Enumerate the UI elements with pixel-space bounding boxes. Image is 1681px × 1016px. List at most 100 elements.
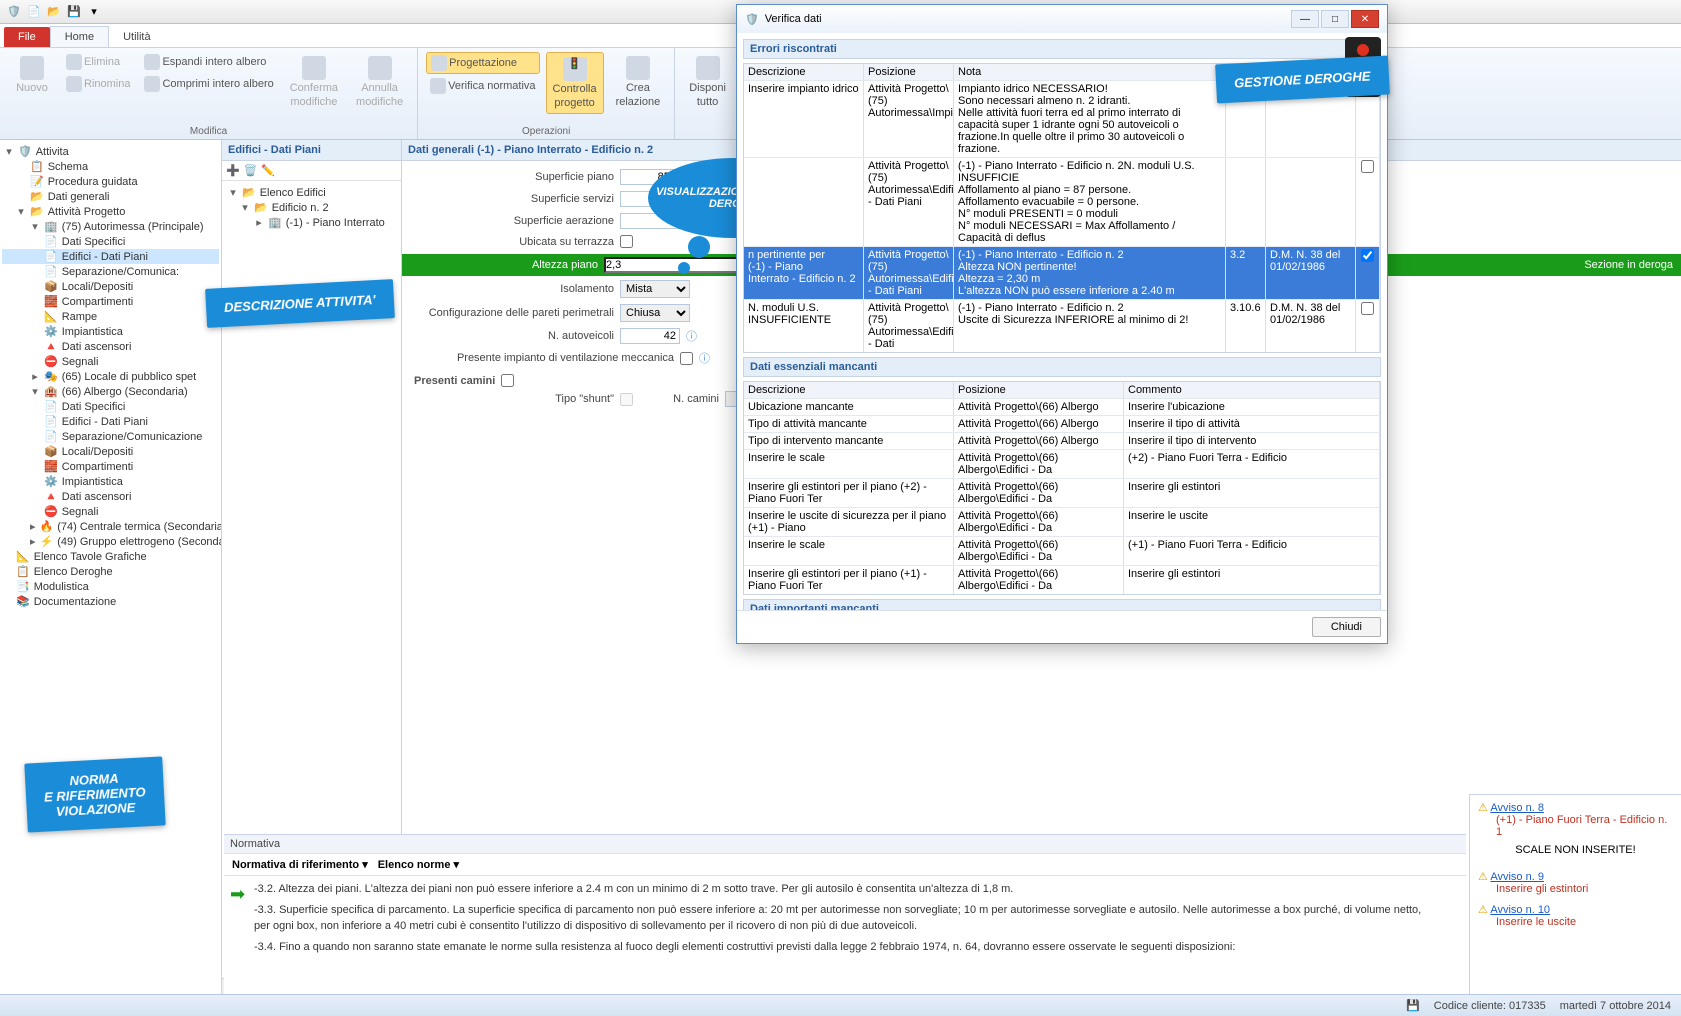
tree-a49[interactable]: ▸⚡(49) Gruppo elettrogeno (Secondaria)	[2, 534, 219, 549]
normativa-body[interactable]: ➡ -3.2. Altezza dei piani. L'altezza dei…	[224, 876, 1466, 968]
progettazione-button[interactable]: Progettazione	[426, 52, 539, 74]
normativa-col2[interactable]: Elenco norme ▾	[378, 858, 459, 871]
tree-item[interactable]: 📄Dati Specifici	[2, 399, 219, 414]
tree-procedura[interactable]: 📝Procedura guidata	[2, 174, 219, 189]
table-row[interactable]: Inserire gli estintori per il piano (+2)…	[744, 478, 1380, 507]
minimize-button[interactable]: —	[1291, 10, 1319, 28]
tree-item[interactable]: 📄Separazione/Comunica:	[2, 264, 219, 279]
deroga-checkbox[interactable]	[1361, 302, 1374, 315]
tree-tavole[interactable]: 📐Elenco Tavole Grafiche	[2, 549, 219, 564]
close-button[interactable]: ✕	[1351, 10, 1379, 28]
tree-item[interactable]: ⚙️Impiantistica	[2, 324, 219, 339]
info-icon[interactable]: ⓘ	[699, 350, 710, 366]
comprimi-button[interactable]: Comprimi intero albero	[140, 74, 277, 94]
deroga-checkbox[interactable]	[1361, 249, 1374, 262]
tree-item[interactable]: 🧱Compartimenti	[2, 294, 219, 309]
delete-icon[interactable]: 🗑️	[244, 164, 258, 177]
tree-documentazione[interactable]: 📚Documentazione	[2, 594, 219, 609]
tab-home[interactable]: Home	[50, 26, 109, 47]
autov-label: N. autoveicoli	[414, 330, 614, 342]
autov-input[interactable]	[620, 328, 680, 344]
annulla-button[interactable]: Annullamodifiche	[350, 52, 409, 112]
tree-a74[interactable]: ▸🔥(74) Centrale termica (Secondaria)	[2, 519, 219, 534]
conferma-button[interactable]: Confermamodifiche	[284, 52, 344, 112]
crea-relazione-button[interactable]: Crearelazione	[610, 52, 667, 112]
deroga-checkbox[interactable]	[1361, 160, 1374, 173]
tree-item[interactable]: 📄Separazione/Comunicazione	[2, 429, 219, 444]
dialog-titlebar[interactable]: 🛡️ Verifica dati — □ ✕	[737, 5, 1387, 33]
tree-item[interactable]: 📐Rampe	[2, 309, 219, 324]
controlla-progetto-button[interactable]: 🚦Controllaprogetto	[546, 52, 604, 114]
tree-edificio[interactable]: ▾📂Edificio n. 2	[226, 200, 397, 215]
warning-item[interactable]: ⚠ Avviso n. 9Inserire gli estintori	[1478, 870, 1673, 895]
tree-item-selected[interactable]: 📄Edifici - Dati Piani	[2, 249, 219, 264]
tree-item[interactable]: ⛔Segnali	[2, 504, 219, 519]
warning-link[interactable]: Avviso n. 10	[1490, 904, 1550, 916]
elimina-button[interactable]: Elimina	[62, 52, 134, 72]
rinomina-button[interactable]: Rinomina	[62, 74, 134, 94]
edit-icon[interactable]: ✏️	[261, 164, 275, 177]
isolamento-select[interactable]: Mista	[620, 280, 690, 298]
errors-table[interactable]: DescrizionePosizioneNota Inserire impian…	[743, 63, 1381, 353]
verifica-normativa-button[interactable]: Verifica normativa	[426, 76, 539, 96]
tree-deroghe[interactable]: 📋Elenco Deroghe	[2, 564, 219, 579]
warning-link[interactable]: Avviso n. 8	[1490, 802, 1544, 814]
camini-checkbox[interactable]	[501, 374, 514, 387]
tree-dati-generali[interactable]: 📂Dati generali	[2, 189, 219, 204]
table-row[interactable]: Attività Progetto\(75) Autorimessa\Edifi…	[744, 157, 1380, 246]
warnings-panel[interactable]: ⚠ Avviso n. 8(+1) - Piano Fuori Terra - …	[1469, 794, 1681, 994]
tree-a65[interactable]: ▸🎭(65) Locale di pubblico spet	[2, 369, 219, 384]
tree-item[interactable]: 🔺Dati ascensori	[2, 489, 219, 504]
tree-elenco-edifici[interactable]: ▾📂Elenco Edifici	[226, 185, 397, 200]
info-icon[interactable]: ⓘ	[686, 328, 697, 344]
tree-attivita-progetto[interactable]: ▾📂Attività Progetto	[2, 204, 219, 219]
tree-item[interactable]: ⛔Segnali	[2, 354, 219, 369]
chiudi-button[interactable]: Chiudi	[1312, 617, 1381, 637]
tree-schema[interactable]: 📋Schema	[2, 159, 219, 174]
table-row[interactable]: Ubicazione mancanteAttività Progetto\(66…	[744, 398, 1380, 415]
table-row[interactable]: Inserire gli estintori per il piano (+1)…	[744, 565, 1380, 594]
tree-item[interactable]: 🧱Compartimenti	[2, 459, 219, 474]
altezza-input[interactable]	[604, 257, 750, 273]
normativa-col1[interactable]: Normativa di riferimento ▾	[232, 858, 368, 871]
tab-utilita[interactable]: Utilità	[109, 27, 165, 47]
tree-modulistica[interactable]: 📑Modulistica	[2, 579, 219, 594]
table-row[interactable]: Tipo di intervento mancanteAttività Prog…	[744, 432, 1380, 449]
table-row[interactable]: Inserire le scaleAttività Progetto\(66) …	[744, 536, 1380, 565]
dropdown-icon[interactable]: ▾	[86, 4, 102, 20]
tree-a66[interactable]: ▾🏨(66) Albergo (Secondaria)	[2, 384, 219, 399]
project-tree[interactable]: ▾🛡️Attivita 📋Schema 📝Procedura guidata 📂…	[0, 140, 222, 994]
table-row[interactable]: N. moduli U.S. INSUFFICIENTEAttività Pro…	[744, 299, 1380, 352]
table-row[interactable]: Inserire le scaleAttività Progetto\(66) …	[744, 449, 1380, 478]
ncamini-label: N. camini	[639, 393, 719, 405]
open-icon[interactable]: 📂	[46, 4, 62, 20]
tree-a75[interactable]: ▾🏢(75) Autorimessa (Principale)	[2, 219, 219, 234]
nuovo-button[interactable]: Nuovo	[8, 52, 56, 98]
maximize-button[interactable]: □	[1321, 10, 1349, 28]
new-icon[interactable]: 📄	[26, 4, 42, 20]
tab-file[interactable]: File	[4, 27, 50, 47]
save-icon[interactable]: 💾	[66, 4, 82, 20]
warning-item[interactable]: ⚠ Avviso n. 10Inserire le uscite	[1478, 903, 1673, 928]
disponi-button[interactable]: Disponitutto	[683, 52, 732, 112]
essenziali-table[interactable]: DescrizionePosizioneCommento Ubicazione …	[743, 381, 1381, 595]
tree-piano[interactable]: ▸🏢(-1) - Piano Interrato	[226, 215, 397, 230]
warning-item[interactable]: ⚠ Avviso n. 8(+1) - Piano Fuori Terra - …	[1478, 801, 1673, 862]
tree-root[interactable]: ▾🛡️Attivita	[2, 144, 219, 159]
table-row[interactable]: n pertinente per (-1) - Piano Interrato …	[744, 246, 1380, 299]
tree-item[interactable]: 📄Dati Specifici	[2, 234, 219, 249]
terrazza-checkbox[interactable]	[620, 235, 633, 248]
tree-item[interactable]: 📄Edifici - Dati Piani	[2, 414, 219, 429]
tree-item[interactable]: 🔺Dati ascensori	[2, 339, 219, 354]
tree-item[interactable]: ⚙️Impiantistica	[2, 474, 219, 489]
table-row[interactable]: Tipo di attività mancanteAttività Proget…	[744, 415, 1380, 432]
warning-link[interactable]: Avviso n. 9	[1490, 871, 1544, 883]
add-icon[interactable]: ➕	[226, 164, 240, 177]
tree-item[interactable]: 📦Locali/Depositi	[2, 444, 219, 459]
tree-item[interactable]: 📦Locali/Depositi	[2, 279, 219, 294]
espandi-button[interactable]: Espandi intero albero	[140, 52, 277, 72]
table-row[interactable]: Inserire le uscite di sicurezza per il p…	[744, 507, 1380, 536]
vent-checkbox[interactable]	[680, 352, 693, 365]
traffic-light-icon: 🚦	[563, 57, 587, 81]
config-select[interactable]: Chiusa	[620, 304, 690, 322]
